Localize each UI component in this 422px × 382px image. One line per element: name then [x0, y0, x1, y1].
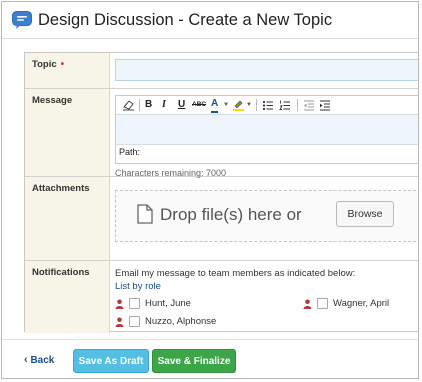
strikethrough-icon[interactable]: ABC — [192, 99, 206, 111]
user-icon — [115, 317, 124, 330]
chevron-down-icon[interactable]: ▼ — [223, 99, 229, 111]
message-label: Message — [25, 89, 110, 176]
file-drop-zone[interactable]: Drop file(s) here or Browse — [115, 190, 418, 242]
eraser-icon[interactable] — [122, 99, 135, 111]
decrease-indent-icon[interactable] — [303, 99, 315, 111]
underline-icon[interactable]: U — [178, 99, 185, 111]
back-link[interactable]: ‹ Back — [24, 354, 54, 366]
footer-divider — [2, 339, 418, 340]
editor-toolbar: B I U ABC A ▼ ▼ — [116, 96, 418, 114]
create-topic-dialog: Design Discussion - Create a New Topic T… — [1, 1, 419, 379]
notification-instruction: Email my message to team members as indi… — [115, 268, 356, 279]
message-editor: B I U ABC A ▼ ▼ Path: — [115, 95, 418, 164]
numbered-list-icon[interactable] — [279, 99, 291, 111]
topic-form: Topic • Message B I U ABC A ▼ ▼ Path: Ch… — [24, 52, 418, 333]
user-icon — [115, 299, 124, 312]
message-row: Message B I U ABC A ▼ ▼ Path: Characters… — [25, 89, 418, 178]
notifications-row: Notifications Email my message to team m… — [25, 261, 418, 333]
save-as-draft-button[interactable]: Save As Draft — [73, 349, 149, 373]
notifications-label: Notifications — [25, 261, 110, 333]
page-title: Design Discussion - Create a New Topic — [38, 11, 333, 29]
increase-indent-icon[interactable] — [319, 99, 331, 111]
highlight-color-icon[interactable] — [232, 99, 245, 111]
chat-bubble-icon — [12, 11, 32, 29]
bold-icon[interactable]: B — [145, 99, 152, 111]
editor-path: Path: — [119, 147, 141, 157]
member-name: Nuzzo, Alphonse — [145, 316, 217, 327]
required-indicator: • — [60, 59, 65, 70]
document-icon — [137, 204, 153, 229]
member-checkbox[interactable] — [129, 298, 140, 309]
browse-button[interactable]: Browse — [336, 201, 394, 227]
topic-row: Topic • — [25, 53, 418, 89]
italic-icon[interactable]: I — [162, 99, 166, 111]
attachments-row: Attachments Drop file(s) here or Browse — [25, 177, 418, 261]
drop-files-text: Drop file(s) here or — [160, 205, 302, 224]
topic-label: Topic • — [25, 53, 110, 88]
topic-input[interactable] — [115, 59, 418, 81]
bulleted-list-icon[interactable] — [262, 99, 274, 111]
member-name: Hunt, June — [145, 298, 191, 309]
chevron-left-icon: ‹ — [24, 354, 28, 366]
member-checkbox[interactable] — [317, 298, 328, 309]
user-icon — [303, 299, 312, 312]
member-name: Wagner, April — [333, 298, 390, 309]
message-textarea[interactable] — [116, 114, 418, 145]
dialog-header: Design Discussion - Create a New Topic — [2, 2, 418, 39]
attachments-label: Attachments — [25, 177, 110, 260]
member-checkbox[interactable] — [129, 316, 140, 327]
save-and-finalize-button[interactable]: Save & Finalize — [152, 349, 236, 373]
font-color-icon[interactable]: A — [211, 99, 219, 113]
chevron-down-icon[interactable]: ▼ — [246, 99, 252, 111]
list-by-role-link[interactable]: List by role — [115, 281, 161, 292]
